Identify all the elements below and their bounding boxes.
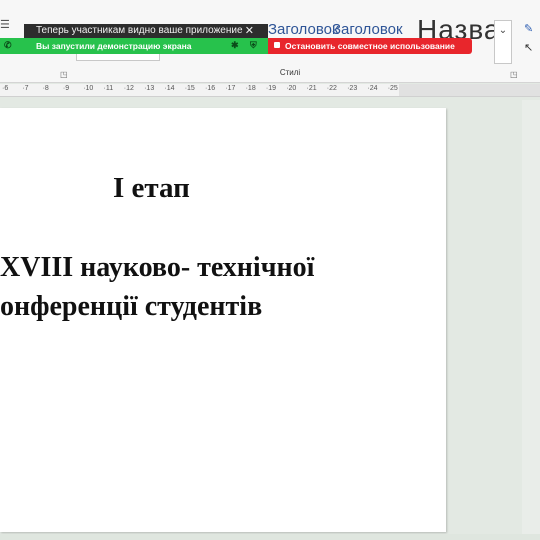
dialog-launcher-icon[interactable]: ◳ bbox=[60, 70, 68, 79]
status-strip bbox=[0, 534, 540, 540]
ruler-label: ·15 bbox=[184, 85, 195, 92]
styles-more-button[interactable]: ⌄ bbox=[494, 20, 512, 64]
ruler-label: ·17 bbox=[225, 85, 236, 92]
ruler-label: ·9 bbox=[62, 85, 70, 92]
share-status-text: Вы запустили демонстрацию экрана bbox=[36, 41, 192, 51]
vertical-scroll-area[interactable] bbox=[522, 100, 540, 540]
style-heading-1[interactable]: Заголовок bbox=[268, 21, 339, 38]
close-icon[interactable]: ✕ bbox=[245, 24, 254, 37]
screen-share-bar: ✆ Вы запустили демонстрацию экрана ✱ ⛨ bbox=[0, 38, 268, 54]
stop-icon bbox=[274, 42, 280, 48]
ruler-label: ·18 bbox=[245, 85, 256, 92]
styles-launcher-icon[interactable]: ◳ bbox=[510, 70, 518, 79]
doc-line-2: онференції студентів bbox=[0, 291, 263, 322]
ruler-label: ·20 bbox=[286, 85, 297, 92]
ruler-label: ·12 bbox=[123, 85, 134, 92]
select-cursor-icon[interactable]: ↖ bbox=[524, 41, 540, 54]
ruler-label: ·24 bbox=[367, 85, 378, 92]
styles-group-label: Стилі bbox=[279, 68, 301, 77]
ruler-label: ·13 bbox=[144, 85, 155, 92]
phone-icon: ✆ bbox=[4, 40, 12, 50]
ruler-label: ·16 bbox=[205, 85, 216, 92]
ruler-label: ·19 bbox=[265, 85, 277, 92]
ruler-label: ·21 bbox=[306, 85, 317, 92]
ruler-label: ·10 bbox=[83, 85, 94, 92]
ruler-label: ·7 bbox=[22, 85, 29, 92]
right-tools[interactable]: ✎ ↖ bbox=[524, 22, 540, 54]
doc-heading-etap: І етап bbox=[113, 172, 190, 204]
editor-icon[interactable]: ✎ bbox=[524, 22, 540, 35]
ruler-label: ·14 bbox=[164, 85, 175, 92]
ruler-label: ·23 bbox=[347, 85, 358, 92]
horizontal-ruler[interactable]: ·6 ·7 ·8 ·9 ·10 ·11 ·12 ·13 ·14 ·15 ·16 ·17 ·18 ·19 ·2… bbox=[0, 84, 540, 97]
style-heading-2[interactable]: Заголовок bbox=[332, 21, 403, 38]
ruler-label: ·11 bbox=[103, 85, 114, 92]
shield-icon[interactable]: ⛨ bbox=[250, 40, 257, 51]
ruler-label: ·6 bbox=[2, 85, 9, 92]
doc-line-1: XVIII науково- технічної bbox=[0, 252, 315, 283]
ruler-label: ·25 bbox=[387, 85, 398, 92]
share-notification: Теперь участникам видно ваше приложение … bbox=[24, 24, 268, 38]
ruler-label: ·8 bbox=[42, 85, 49, 92]
pin-icon[interactable]: ✱ bbox=[231, 40, 239, 51]
stop-sharing-label: Остановить совместное использование bbox=[285, 41, 455, 51]
ruler-label: ·22 bbox=[326, 85, 337, 92]
stop-sharing-button[interactable]: Остановить совместное использование bbox=[268, 38, 472, 54]
ruler-margin bbox=[399, 84, 540, 96]
notification-text: Теперь участникам видно ваше приложение bbox=[36, 25, 243, 36]
